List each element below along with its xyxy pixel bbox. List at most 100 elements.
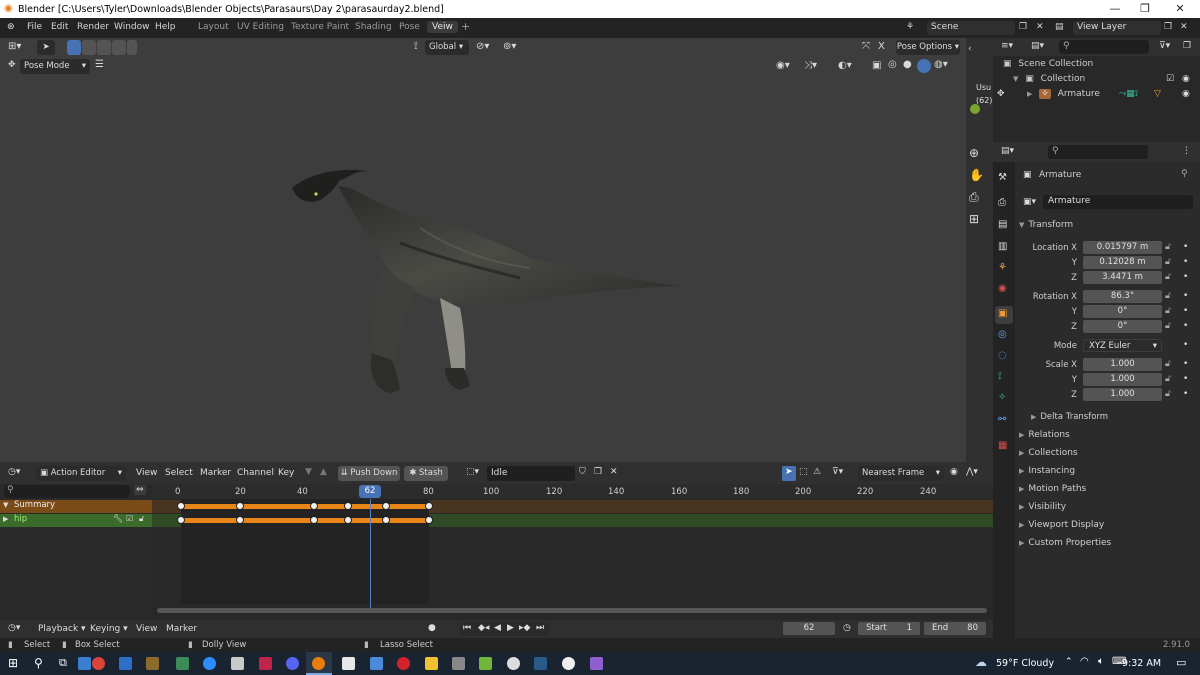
taskbar-app-icon[interactable] [397, 657, 410, 670]
gizmo-icon[interactable]: ⤧ [862, 41, 870, 52]
wrench-icon[interactable]: 🔧︎ [113, 514, 123, 523]
record-icon[interactable]: ● [428, 623, 436, 633]
tab-texture-paint[interactable]: Texture Paint [291, 22, 349, 32]
delta-transform-subpanel[interactable]: ▶ Delta Transform [1031, 412, 1108, 422]
timeline-marker-menu[interactable]: Marker [166, 624, 197, 634]
properties-search-input[interactable]: ⚲ [1048, 145, 1148, 159]
falloff-icon[interactable]: ⋀▾ [966, 467, 978, 477]
options-icon[interactable]: ⋮ [1182, 146, 1191, 156]
scale-z-field[interactable]: 1.000 [1083, 388, 1162, 401]
keyframe-dot-icon[interactable]: • [1183, 321, 1188, 331]
keyframe-dot-icon[interactable]: • [1183, 272, 1188, 282]
start-frame-field[interactable]: Start 1 [858, 622, 920, 635]
mute-checkbox[interactable]: ☑ [126, 514, 133, 523]
scene-selector[interactable]: Scene [927, 21, 1015, 35]
stash-button[interactable]: ✱ Stash [404, 466, 448, 481]
3d-viewport[interactable]: ⊞▾ ➤ ⟟ Global ▾ ⊘▾ ⊚▾ ⤧ X Pose Options ▾… [0, 38, 966, 462]
unlink-action-icon[interactable]: ✕ [610, 467, 618, 477]
lock-rotation-z-icon[interactable]: 🔓︎ [1165, 321, 1171, 331]
summary-keyframe[interactable] [425, 502, 433, 510]
outliner-editor-icon[interactable]: ≡▾ [1001, 41, 1013, 51]
tab-layout[interactable]: Layout [198, 22, 229, 32]
menu-render[interactable]: Render [77, 22, 109, 32]
taskbar-app-icon[interactable] [231, 657, 244, 670]
zoom-icon[interactable]: ⊕ [969, 146, 979, 160]
grid-toggle-icon[interactable]: ⊞ [969, 212, 979, 226]
parasaurolophus-model[interactable] [280, 128, 690, 418]
navigation-gizmo[interactable] [970, 104, 980, 114]
swap-icon[interactable]: ⇔ [134, 485, 146, 495]
frame-ruler[interactable]: 0 20 40 62 80 100 120 140 160 180 200 22… [152, 484, 993, 499]
dopesheet-region[interactable]: 0 20 40 62 80 100 120 140 160 180 200 22… [152, 484, 993, 620]
summary-channel[interactable]: ▼ Summary [0, 500, 152, 513]
rendered-shading-icon[interactable]: ◍▾ [934, 59, 948, 70]
camera-view-icon[interactable]: ⎙ [969, 190, 979, 205]
taskbar-app-icon[interactable] [479, 657, 492, 670]
texture-tab-icon[interactable]: ▦ [998, 440, 1007, 451]
scale-y-field[interactable]: 1.000 [1083, 373, 1162, 386]
bone-tab-icon[interactable]: ⚯ [998, 414, 1006, 425]
end-frame-field[interactable]: End 80 [924, 622, 986, 635]
tab-veiw[interactable]: Veiw [427, 21, 458, 33]
next-keyframe-icon[interactable]: ▸◆ [519, 623, 530, 633]
jump-end-icon[interactable]: ⏭ [536, 623, 544, 633]
current-frame-indicator[interactable]: 62 [359, 485, 381, 498]
taskbar-app-icon[interactable] [119, 657, 132, 670]
new-collection-icon[interactable]: ❐ [1183, 41, 1191, 51]
physics-tab-icon[interactable]: ◌ [998, 350, 1007, 361]
only-errors-icon[interactable]: ⚠ [813, 467, 821, 477]
scene-tab-icon[interactable]: ⚘ [998, 262, 1007, 273]
timeline-view-menu[interactable]: View [136, 624, 157, 634]
select-mode-extend[interactable] [82, 40, 96, 55]
orientation-dropdown[interactable]: Global ▾ [425, 40, 469, 55]
object-tab[interactable]: ▣ [995, 306, 1013, 324]
rotation-mode-dropdown[interactable]: XYZ Euler ▾ [1083, 339, 1162, 352]
snap-mode-dropdown[interactable]: Nearest Frame ▾ [858, 466, 944, 481]
new-view-layer-icon[interactable]: ❐ [1164, 22, 1172, 32]
lock-location-y-icon[interactable]: 🔓︎ [1165, 257, 1171, 267]
summary-keyframe[interactable] [177, 502, 185, 510]
transform-panel-header[interactable]: ▼ Transform [1019, 220, 1073, 230]
weather-text[interactable]: 59°F Cloudy [996, 658, 1054, 669]
mode-dropdown[interactable]: Pose Mode ▾ [20, 59, 90, 74]
collections-panel-header[interactable]: ▶ Collections [1019, 448, 1078, 458]
menu-channel[interactable]: Channel [237, 468, 274, 478]
tab-shading[interactable]: Shading [355, 22, 392, 32]
visual-studio-icon[interactable] [590, 657, 603, 670]
discord-icon[interactable] [286, 657, 299, 670]
scale-x-field[interactable]: 1.000 [1083, 358, 1162, 371]
weather-cloud-icon[interactable]: ☁ [975, 655, 987, 669]
lock-location-z-icon[interactable]: 🔓︎ [1165, 272, 1171, 282]
outliner-armature[interactable]: ▶ ✧ Armature [1027, 89, 1100, 99]
hip-keyframe[interactable] [425, 516, 433, 524]
object-constraints-tab-icon[interactable]: ⟟ [998, 371, 1002, 382]
volume-icon[interactable]: 🔈︎ [1098, 656, 1104, 667]
taskbar-app-icon[interactable] [370, 657, 383, 670]
snap-icon[interactable]: ⊚▾ [503, 41, 516, 52]
datablock-icon[interactable]: ▣▾ [1023, 197, 1036, 207]
chrome-icon[interactable] [92, 657, 105, 670]
keying-menu[interactable]: Keying ▾ [90, 624, 128, 634]
hip-channel[interactable]: ▶ hip 🔧︎ ☑ 🔓︎ [0, 514, 152, 527]
new-scene-icon[interactable]: ❐ [1019, 22, 1027, 32]
rotation-z-field[interactable]: 0° [1083, 320, 1162, 333]
viewport-display-panel-header[interactable]: ▶ Viewport Display [1019, 520, 1104, 530]
solid-shading-icon[interactable]: ● [903, 59, 912, 70]
steam-icon[interactable] [534, 657, 547, 670]
collapse-arrow-icon[interactable]: ‹ [968, 44, 972, 54]
notifications-icon[interactable]: ▭ [1176, 656, 1186, 669]
new-action-icon[interactable]: ❐ [594, 467, 602, 477]
x-mirror-icon[interactable]: X [878, 41, 885, 52]
menu-window[interactable]: Window [114, 22, 150, 32]
add-workspace-button[interactable]: + [461, 20, 470, 33]
summary-keyframe[interactable] [235, 502, 244, 510]
zoom-app-icon[interactable] [203, 657, 216, 670]
timeline-editor-icon[interactable]: ◷▾ [8, 623, 20, 633]
only-selected-toggle[interactable]: ➤ [782, 466, 796, 481]
select-mode-invert[interactable] [112, 40, 126, 55]
location-y-field[interactable]: 0.12028 m [1083, 256, 1162, 269]
playhead-line[interactable] [370, 499, 371, 609]
action-name-field[interactable]: Idle [487, 466, 575, 481]
taskbar-app-icon[interactable] [146, 657, 159, 670]
menu-view[interactable]: View [136, 468, 157, 478]
